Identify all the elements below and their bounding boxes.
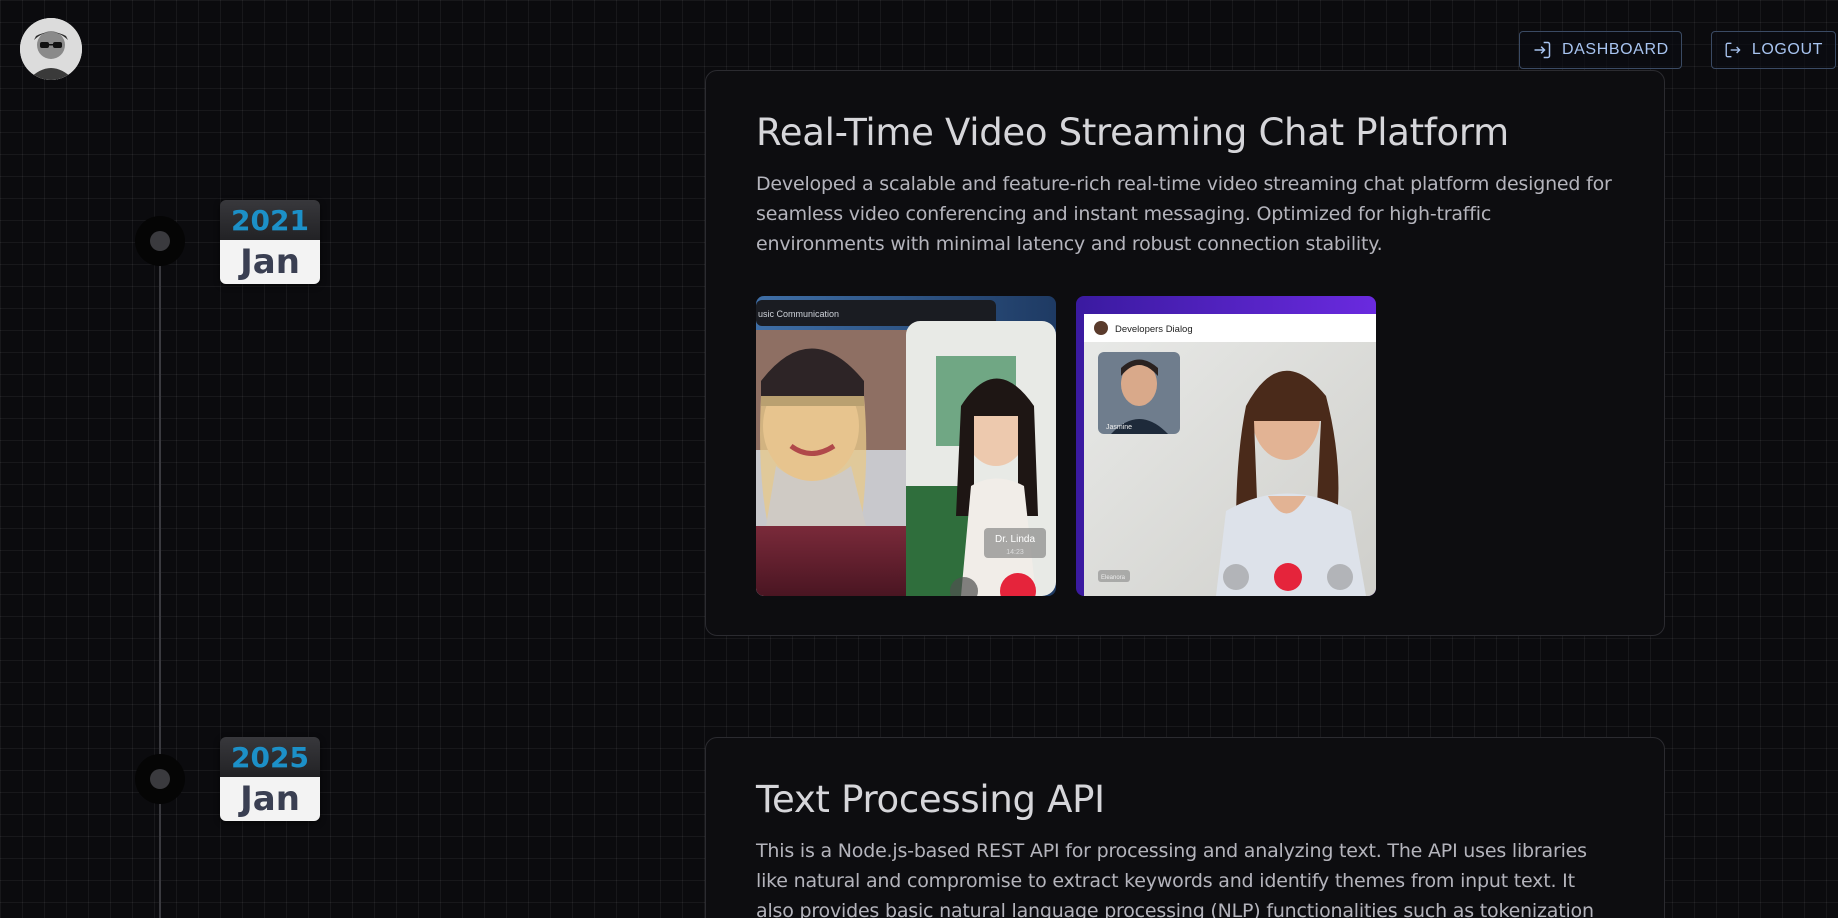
project-screenshot-2[interactable]: Developers Dialog Jasmine Eleanora <box>1076 296 1376 596</box>
dashboard-label: DASHBOARD <box>1562 41 1669 58</box>
project-screenshot-1[interactable]: Dr. Linda 14:23 usic Communication <box>756 296 1056 596</box>
dashboard-button[interactable]: DASHBOARD <box>1519 31 1682 69</box>
logout-button[interactable]: LOGOUT <box>1711 31 1836 69</box>
logout-icon <box>1725 42 1741 58</box>
date-year: 2025 <box>220 737 320 777</box>
date-month: Jan <box>220 240 320 284</box>
caller-time: 14:23 <box>1006 549 1024 556</box>
logout-label: LOGOUT <box>1751 41 1823 58</box>
project-title: Real-Time Video Streaming Chat Platform <box>756 111 1509 154</box>
self-label: Eleanora <box>1101 575 1126 581</box>
date-year: 2021 <box>220 200 320 240</box>
dialog-title: Developers Dialog <box>1115 324 1193 335</box>
timeline-node <box>135 754 185 804</box>
project-description: Developed a scalable and feature-rich re… <box>756 173 1612 255</box>
window-header-text: usic Communication <box>758 309 839 319</box>
avatar[interactable] <box>20 18 82 80</box>
thumbnail-name: Jasmine <box>1106 424 1132 431</box>
timeline-line <box>159 242 161 918</box>
project-card: Real-Time Video Streaming Chat Platform … <box>705 70 1665 636</box>
date-badge: 2021 Jan <box>220 200 320 284</box>
project-description: This is a Node.js-based REST API for pro… <box>756 840 1594 918</box>
date-badge: 2025 Jan <box>220 737 320 821</box>
project-title: Text Processing API <box>756 778 1105 821</box>
avatar-image <box>20 18 82 80</box>
caller-name: Dr. Linda <box>995 534 1035 545</box>
date-month: Jan <box>220 777 320 821</box>
project-card: Text Processing API This is a Node.js-ba… <box>705 737 1665 918</box>
timeline-node <box>135 216 185 266</box>
login-icon <box>1534 41 1551 59</box>
